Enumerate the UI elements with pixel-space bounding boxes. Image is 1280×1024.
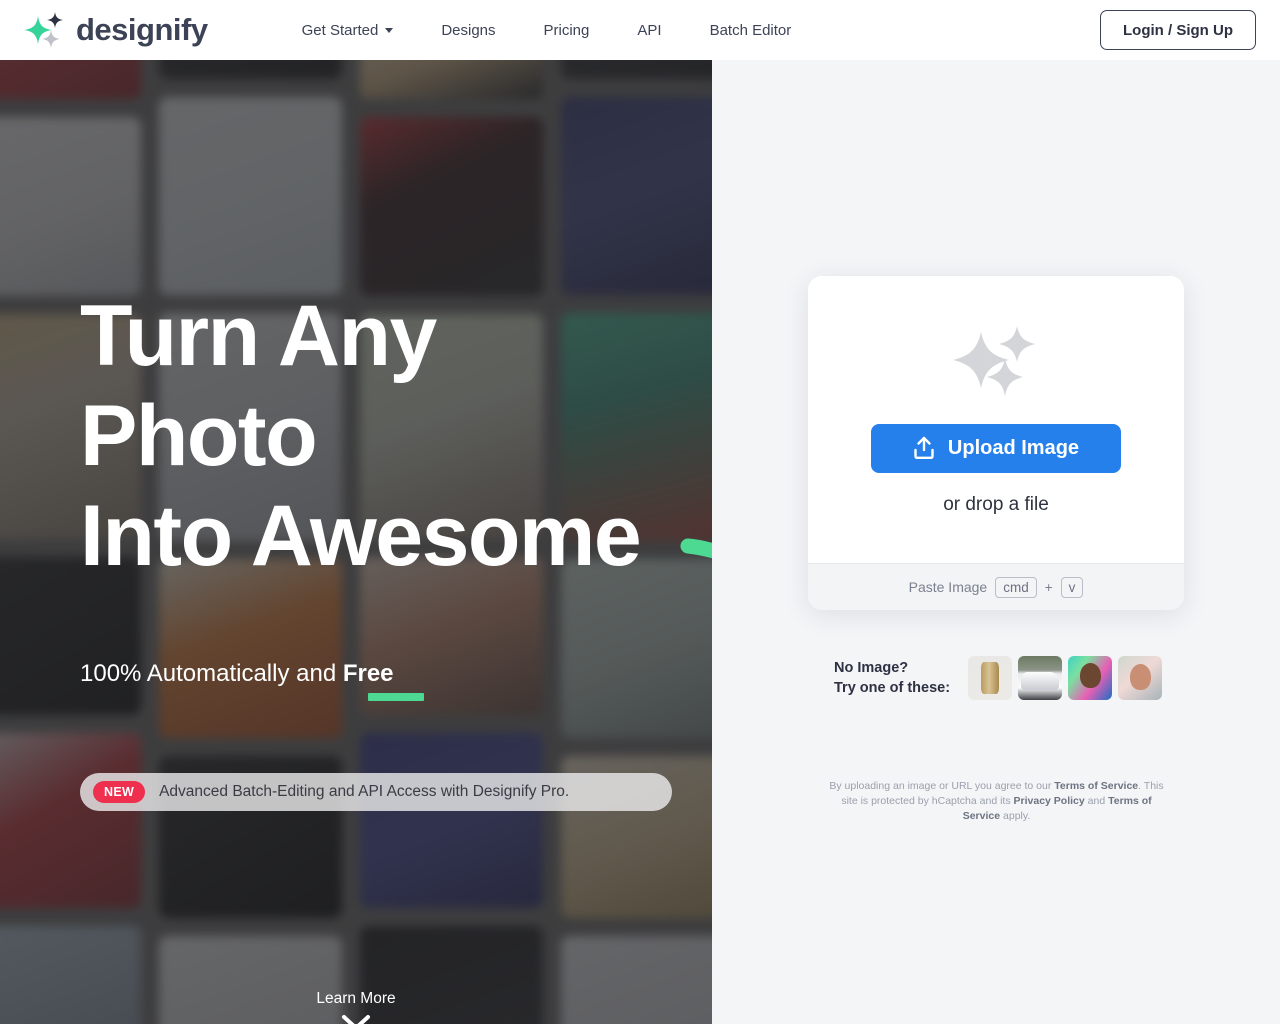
page-title: Turn Any Photo Into Awesome <box>80 286 642 586</box>
legal-part-4: apply. <box>1000 810 1031 822</box>
nav-item-api[interactable]: API <box>613 14 685 47</box>
sample-thumb-man[interactable] <box>1068 656 1112 700</box>
hero-section: Turn Any Photo Into Awesome 100% Automat… <box>0 60 712 1024</box>
chevron-down-icon <box>385 27 394 33</box>
sparkle-dark-icon <box>47 12 63 28</box>
terms-of-service-link-1[interactable]: Terms of Service <box>1054 780 1138 792</box>
site-header: designify Get Started Designs Pricing AP… <box>0 0 1280 60</box>
learn-more-label: Learn More <box>316 990 396 1007</box>
hero-content: Turn Any Photo Into Awesome 100% Automat… <box>0 60 712 1024</box>
news-banner-text: Advanced Batch-Editing and API Access wi… <box>159 783 570 800</box>
nav-item-batch-editor[interactable]: Batch Editor <box>686 14 816 47</box>
sample-thumb-woman[interactable] <box>1118 656 1162 700</box>
sample-label-line-1: No Image? <box>834 660 909 676</box>
upload-dropzone[interactable]: Upload Image or drop a file <box>808 276 1184 563</box>
sparkle-gray-icon <box>42 30 60 48</box>
drop-file-text: or drop a file <box>943 493 1049 515</box>
hero-title-line-1: Turn Any <box>80 288 437 384</box>
sparkles-icon <box>953 325 1035 396</box>
hero-subtitle-prefix: 100% Automatically and <box>80 660 343 687</box>
legal-part-3: and <box>1084 795 1109 807</box>
sample-label-line-2: Try one of these: <box>834 680 951 696</box>
nav-item-designs[interactable]: Designs <box>417 14 519 47</box>
legal-part-1: By uploading an image or URL you agree t… <box>829 780 1055 792</box>
free-underline-accent <box>368 693 424 701</box>
login-signup-button[interactable]: Login / Sign Up <box>1100 10 1256 50</box>
upload-icon <box>914 436 934 459</box>
sample-images-row: No Image? Try one of these: <box>834 656 1162 700</box>
sample-thumb-car[interactable] <box>1018 656 1062 700</box>
logo[interactable]: designify <box>24 12 208 48</box>
upload-card[interactable]: Upload Image or drop a file Paste Image … <box>808 276 1184 610</box>
sample-images-label: No Image? Try one of these: <box>834 658 968 698</box>
hero-title-line-3: Into Awesome <box>80 488 642 584</box>
main-nav: Get Started Designs Pricing API Batch Ed… <box>278 14 816 47</box>
nav-label-get-started: Get Started <box>301 21 379 39</box>
logo-mark <box>24 12 68 48</box>
keycap-plus: + <box>1044 579 1053 595</box>
nav-item-get-started[interactable]: Get Started <box>278 14 418 47</box>
upload-image-button[interactable]: Upload Image <box>871 423 1121 473</box>
sample-thumbnails <box>968 656 1162 700</box>
legal-disclaimer: By uploading an image or URL you agree t… <box>824 779 1169 824</box>
learn-more-link[interactable]: Learn More <box>0 990 712 1024</box>
hero-subtitle: 100% Automatically and Free <box>80 660 394 688</box>
nav-item-pricing[interactable]: Pricing <box>520 14 614 47</box>
keycap-v: v <box>1060 576 1084 598</box>
privacy-policy-link[interactable]: Privacy Policy <box>1014 795 1085 807</box>
paste-image-label: Paste Image <box>908 579 988 595</box>
logo-text: designify <box>76 12 208 47</box>
status-badge: NEW <box>93 781 146 803</box>
paste-image-footer: Paste Image cmd + v <box>808 563 1184 610</box>
upload-panel: Upload Image or drop a file Paste Image … <box>712 60 1280 1024</box>
keycap-cmd: cmd <box>995 576 1037 598</box>
upload-button-label: Upload Image <box>947 436 1080 459</box>
hero-title-line-2: Photo <box>80 388 318 484</box>
chevron-down-icon <box>342 1015 370 1024</box>
sample-thumb-cylinder[interactable] <box>968 656 1012 700</box>
news-banner[interactable]: NEW Advanced Batch-Editing and API Acces… <box>80 773 672 811</box>
hero-subtitle-bold: Free <box>342 660 394 687</box>
